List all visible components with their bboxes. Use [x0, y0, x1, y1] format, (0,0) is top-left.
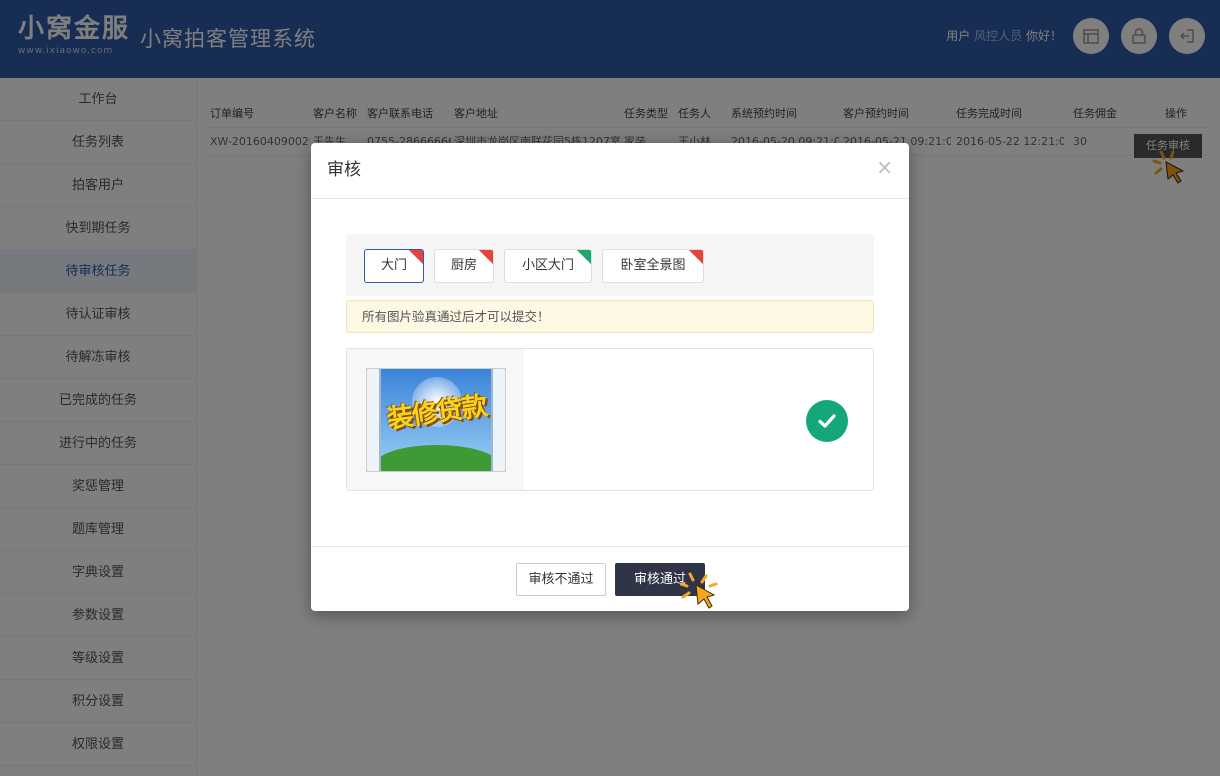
- check-circle-icon[interactable]: [806, 400, 848, 442]
- tab-gate[interactable]: 大门: [364, 249, 424, 283]
- tab-label: 大门: [380, 258, 407, 273]
- status-flag-icon: [688, 250, 703, 265]
- dialog-footer: 审核不通过 审核通过: [311, 546, 909, 611]
- reject-button[interactable]: 审核不通过: [516, 563, 606, 596]
- image-panel: 装修贷款: [346, 348, 874, 491]
- checkmark-icon: [818, 414, 836, 428]
- status-flag-icon: [478, 250, 493, 265]
- tab-community-gate[interactable]: 小区大门: [504, 249, 592, 283]
- dialog-title: 审核: [327, 160, 361, 180]
- hill-shape: [375, 445, 499, 471]
- review-dialog: 审核 × 大门 厨房 小区大门 卧室全景图 所有图片验真通过后才可以提交！ 装修…: [311, 143, 909, 611]
- tab-label: 厨房: [450, 258, 477, 273]
- photo-thumbnail[interactable]: 装修贷款: [366, 368, 506, 472]
- thumbnail-caption: 装修贷款: [385, 391, 489, 435]
- tab-kitchen[interactable]: 厨房: [434, 249, 494, 283]
- status-flag-icon: [576, 250, 591, 265]
- tab-bedroom-panorama[interactable]: 卧室全景图: [602, 249, 704, 283]
- tab-label: 卧室全景图: [620, 258, 686, 273]
- tab-label: 小区大门: [521, 258, 574, 273]
- notice-bar: 所有图片验真通过后才可以提交！: [346, 300, 874, 333]
- dialog-header: 审核 ×: [311, 143, 909, 199]
- image-cell: 装修贷款: [347, 349, 524, 490]
- click-cursor-icon: [680, 572, 718, 609]
- photo-tab-bar: 大门 厨房 小区大门 卧室全景图: [346, 234, 874, 296]
- status-flag-icon: [408, 250, 423, 265]
- close-icon[interactable]: ×: [876, 157, 893, 177]
